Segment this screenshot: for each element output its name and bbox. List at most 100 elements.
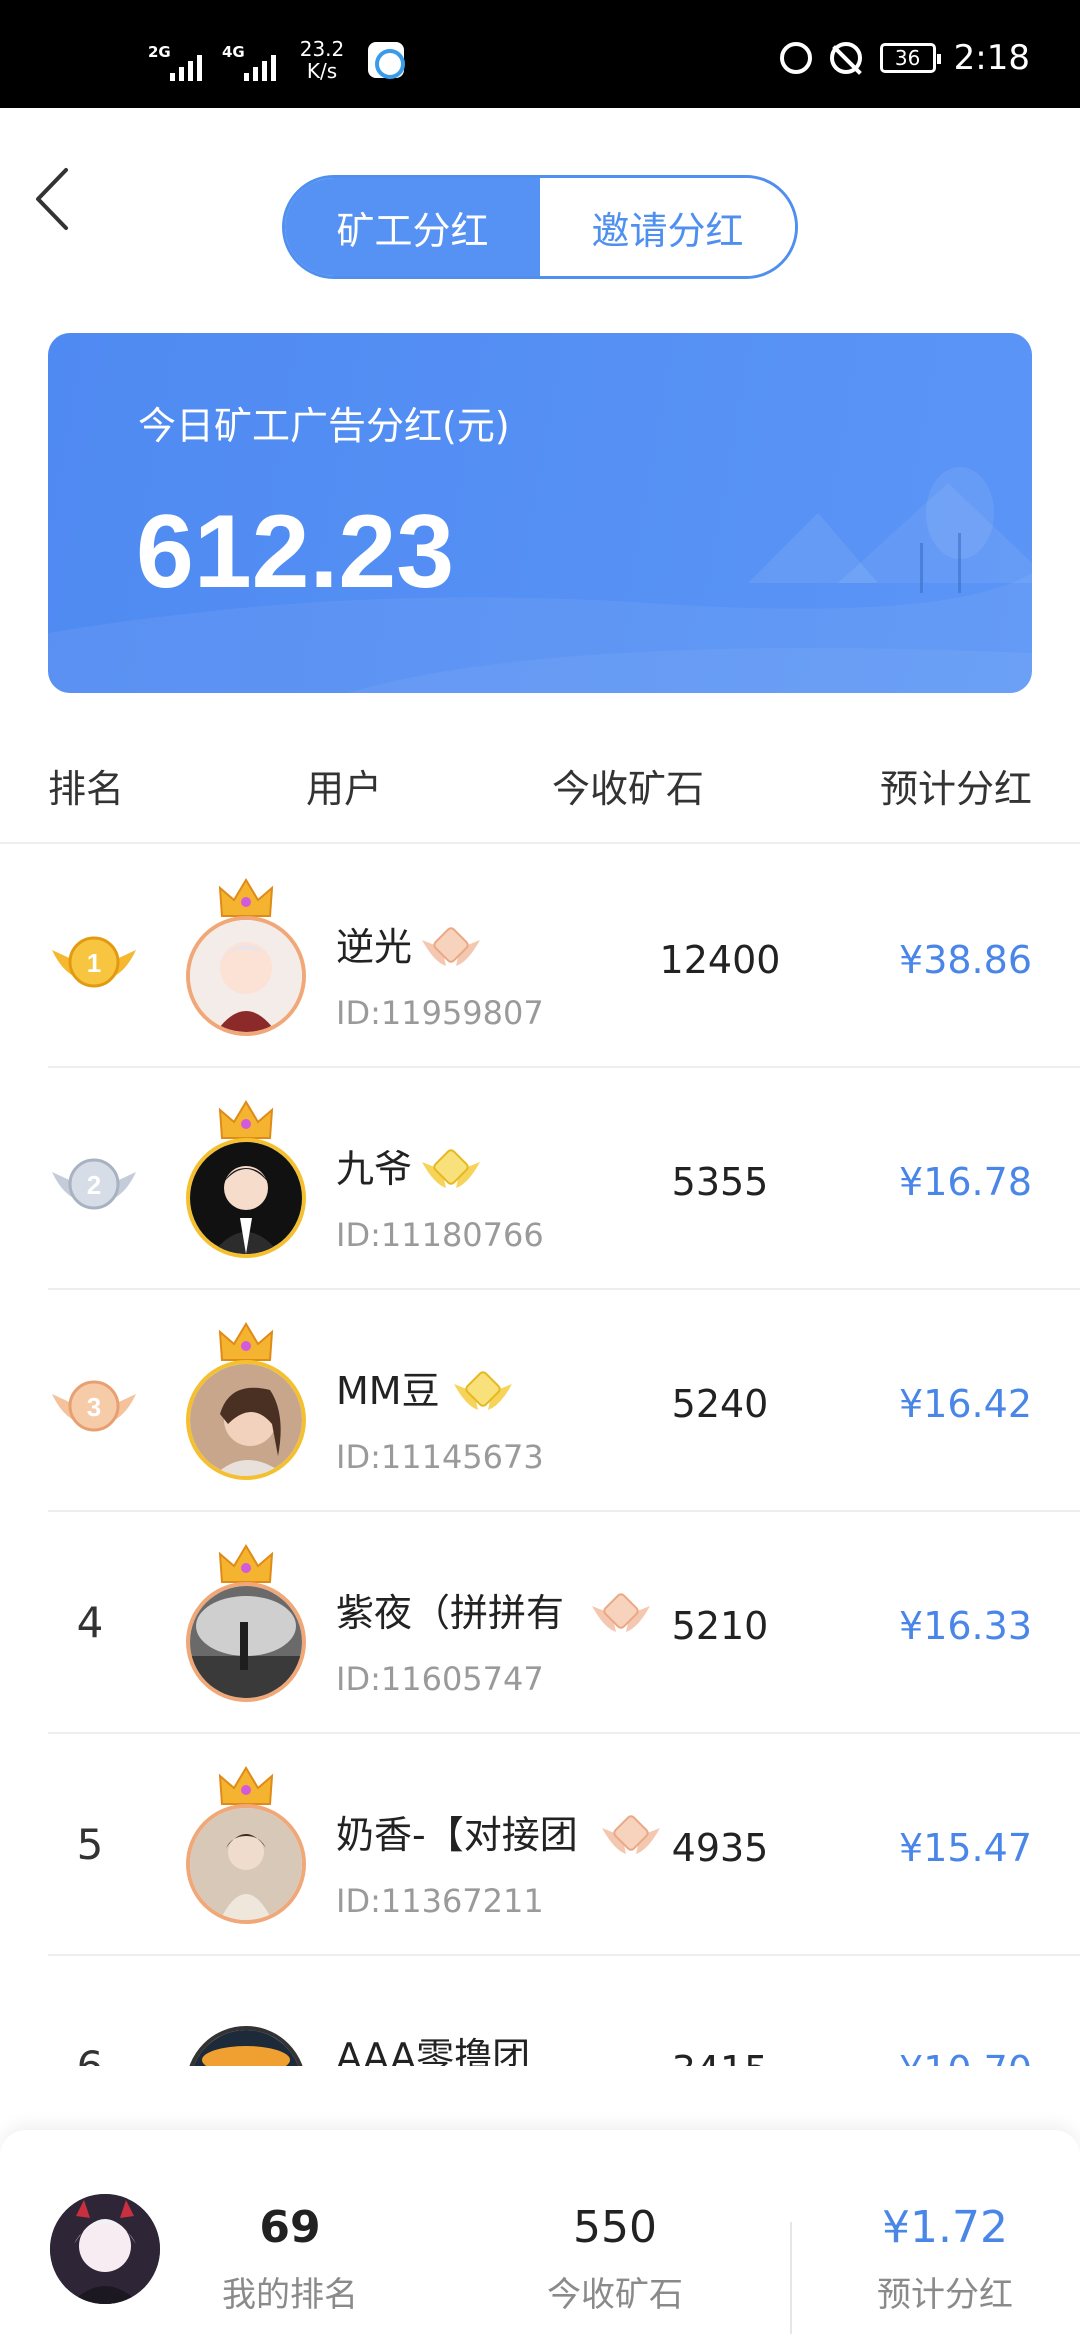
- badge-number: 3: [87, 1392, 101, 1422]
- signal-2g-icon: 2G: [148, 39, 208, 81]
- bonus-amount: ¥16.78: [899, 1160, 1032, 1204]
- user-name: 奶香-【对接团: [336, 1813, 578, 1857]
- user-avatar-wrap[interactable]: [186, 876, 306, 1036]
- network-speed: 23.2 K/s: [296, 38, 348, 82]
- table-row[interactable]: 2 九爷 ID:11180766 5355 ¥16.78: [0, 1068, 1080, 1290]
- user-name: 逆光: [336, 925, 413, 969]
- user-avatar-wrap[interactable]: [186, 1320, 306, 1480]
- bonus-amount: ¥16.42: [899, 1382, 1032, 1426]
- crown-icon: [218, 1544, 274, 1583]
- status-right: 36 2:18: [779, 38, 1030, 78]
- user-avatar-wrap[interactable]: [186, 1986, 306, 2066]
- mute-bell-icon: [829, 42, 862, 74]
- ore-count: 4935: [671, 1826, 769, 1870]
- bronze-rank-badge-icon: 3: [52, 1380, 136, 1432]
- alarm-icon: [779, 42, 812, 74]
- header-ore: 今收矿石: [552, 767, 705, 811]
- crown-icon: [218, 878, 274, 917]
- ore-count: 5210: [671, 1604, 769, 1648]
- silver-rank-badge-icon: 2: [52, 1158, 136, 1210]
- bonus-amount: ¥38.86: [899, 938, 1032, 982]
- rank-number: 4: [76, 1598, 104, 1647]
- battery-level: 36: [894, 46, 921, 70]
- avatar: [186, 916, 306, 1036]
- user-id: ID:11180766: [336, 1216, 544, 1254]
- user-avatar-wrap[interactable]: [186, 1542, 306, 1702]
- my-bonus-stat: ¥1.72 预计分红: [865, 2202, 1025, 2316]
- bonus-amount: ¥16.33: [899, 1604, 1032, 1648]
- header-user: 用户: [306, 767, 383, 811]
- gold-medal-icon: [422, 1149, 480, 1188]
- crown-icon: [218, 1322, 274, 1361]
- tab-invite-bonus[interactable]: 邀请分红: [540, 178, 795, 276]
- bonus-amount: ¥10.70: [899, 2048, 1032, 2066]
- user-name: MM豆: [336, 1369, 440, 1413]
- my-rank-value: 69: [259, 2202, 321, 2253]
- my-avatar[interactable]: [50, 2194, 160, 2304]
- signal-4g-icon: 4G: [222, 39, 282, 81]
- user-id: ID:11145673: [336, 1438, 544, 1476]
- my-ore-label: 今收矿石: [547, 2275, 683, 2315]
- ore-count: 3415: [640, 2048, 800, 2066]
- summary-card: 今日矿工广告分红(元) 612.23: [48, 333, 1032, 693]
- user-name: AAA零撸团: [336, 2035, 531, 2066]
- tab-miner-bonus[interactable]: 矿工分红: [285, 178, 540, 276]
- badge-number: 1: [87, 948, 101, 978]
- table-row[interactable]: 5 奶香-【对接团 ID:11367211 4935 ¥15.47: [0, 1734, 1080, 1956]
- gold-rank-badge-icon: 1: [52, 936, 136, 988]
- user-id: ID:11605747: [336, 1660, 544, 1698]
- my-rank-stat: 69 我的排名: [210, 2202, 370, 2316]
- status-bar: 2G 4G 23.2 K/s 36 2:18: [0, 0, 1080, 108]
- avatar: [186, 2026, 306, 2066]
- speed-value: 23.2: [299, 37, 345, 61]
- status-time: 2:18: [953, 38, 1030, 78]
- table-header: 排名 用户 今收矿石 预计分红: [0, 744, 1080, 844]
- avatar: [186, 1582, 306, 1702]
- my-bonus-value: ¥1.72: [882, 2202, 1008, 2253]
- crown-icon: [218, 1766, 274, 1805]
- my-ore-value: 550: [573, 2202, 657, 2253]
- user-avatar-wrap[interactable]: [186, 1098, 306, 1258]
- my-stats-bar: 69 我的排名 550 今收矿石 ¥1.72 预计分红: [0, 2130, 1080, 2340]
- card-value: 612.23: [136, 494, 455, 610]
- table-row[interactable]: 1 逆光 ID:11959807 12400 ¥38.86: [0, 846, 1080, 1068]
- crown-icon: [218, 1100, 274, 1139]
- user-name: 九爷: [336, 1147, 413, 1191]
- avatar: [186, 1360, 306, 1480]
- rank-number: 5: [76, 1820, 104, 1869]
- table-row[interactable]: 6 AAA零撸团 3415 ¥10.70: [0, 1956, 1080, 2066]
- network-type-2: 4G: [222, 43, 245, 61]
- ore-count: 12400: [659, 938, 781, 982]
- table-row[interactable]: 4 紫夜（拼拼有 ID:11605747 5210 ¥16.33: [0, 1512, 1080, 1734]
- table-row[interactable]: 3 MM豆 ID:11145673 5240 ¥16.42: [0, 1290, 1080, 1512]
- ore-count: 5240: [671, 1382, 769, 1426]
- my-ore-stat: 550 今收矿石: [535, 2202, 695, 2316]
- user-id: ID:11367211: [336, 1882, 544, 1920]
- my-rank-label: 我的排名: [222, 2275, 358, 2315]
- user-name: 紫夜（拼拼有: [336, 1591, 565, 1635]
- network-type-1: 2G: [148, 43, 171, 61]
- status-left: 2G 4G 23.2 K/s: [148, 38, 405, 82]
- battery-icon: 36: [879, 43, 941, 73]
- badge-number: 2: [87, 1170, 101, 1200]
- avatar: [186, 1804, 306, 1924]
- back-button[interactable]: [30, 164, 82, 234]
- avatar: [186, 1138, 306, 1258]
- bonus-amount: ¥15.47: [899, 1826, 1032, 1870]
- ore-count: 5355: [671, 1160, 769, 1204]
- app-notification-icon: [368, 42, 405, 79]
- rank-list[interactable]: 1 逆光 ID:11959807 12400 ¥38.86 2 九爷 ID:11…: [0, 846, 1080, 2066]
- rank-number: 6: [60, 2042, 120, 2066]
- stat-divider: [790, 2222, 792, 2334]
- speed-unit: K/s: [306, 59, 338, 83]
- user-id: ID:11959807: [336, 994, 544, 1032]
- tab-switcher: 矿工分红 邀请分红: [282, 175, 798, 279]
- bronze-medal-icon: [422, 927, 480, 966]
- header-bonus: 预计分红: [879, 767, 1032, 811]
- header-rank: 排名: [48, 767, 125, 811]
- card-label: 今日矿工广告分红(元): [138, 404, 510, 448]
- my-bonus-label: 预计分红: [877, 2275, 1013, 2315]
- user-avatar-wrap[interactable]: [186, 1764, 306, 1924]
- chevron-left-icon: [36, 168, 68, 230]
- gold-medal-icon: [454, 1371, 512, 1410]
